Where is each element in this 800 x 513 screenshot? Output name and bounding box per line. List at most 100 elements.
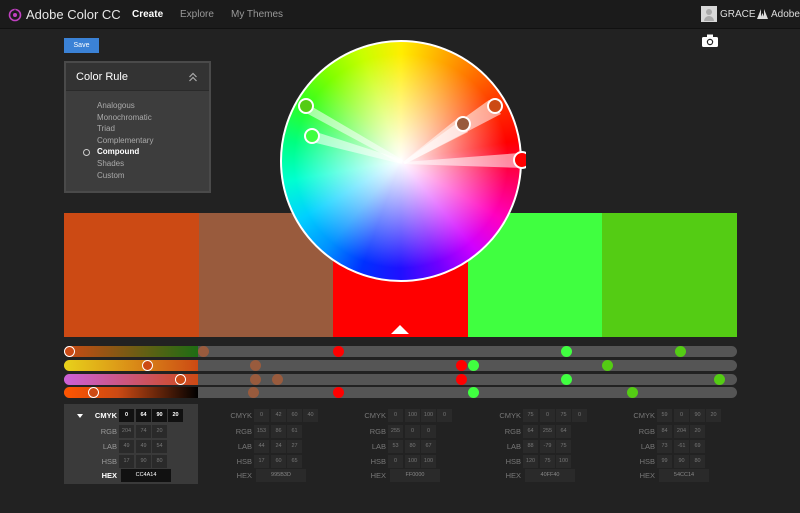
rgb-g[interactable]: 0 — [405, 425, 420, 438]
nav-explore[interactable]: Explore — [180, 9, 214, 20]
lab-b[interactable]: 75 — [556, 440, 571, 453]
lab-l[interactable]: 44 — [254, 440, 269, 453]
rgb-b[interactable]: 20 — [152, 425, 167, 438]
slider-knob[interactable] — [88, 387, 99, 398]
lab-l[interactable]: 49 — [119, 440, 134, 453]
swatch-5[interactable] — [602, 213, 737, 337]
cmyk-y[interactable]: 60 — [287, 409, 302, 422]
rule-analogous[interactable]: Analogous — [66, 100, 209, 112]
cmyk-m[interactable]: 0 — [674, 409, 689, 422]
rgb-b[interactable]: 20 — [690, 425, 705, 438]
avatar[interactable] — [701, 6, 717, 22]
nav-my-themes[interactable]: My Themes — [231, 9, 283, 20]
hsb-s[interactable]: 60 — [271, 455, 286, 468]
adobe-color-logo-icon[interactable] — [8, 8, 22, 22]
slider-knob[interactable] — [142, 360, 153, 371]
wheel-handle-1[interactable] — [487, 98, 503, 114]
slider-knob[interactable] — [468, 360, 479, 371]
slider-knob[interactable] — [64, 346, 75, 357]
rgb-g[interactable]: 86 — [271, 425, 286, 438]
hsb-s[interactable]: 75 — [540, 455, 555, 468]
hex-value[interactable]: 54CC14 — [659, 469, 709, 482]
wheel-handle-5[interactable] — [298, 98, 314, 114]
slider-knob[interactable] — [250, 374, 261, 385]
wheel-handle-4[interactable] — [304, 128, 320, 144]
rgb-r[interactable]: 84 — [657, 425, 672, 438]
camera-icon[interactable] — [702, 34, 718, 47]
rgb-g[interactable]: 204 — [674, 425, 689, 438]
app-title[interactable]: Adobe Color CC — [26, 7, 121, 22]
hsb-h[interactable]: 99 — [657, 455, 672, 468]
rgb-g[interactable]: 74 — [136, 425, 151, 438]
lab-a[interactable]: 49 — [136, 440, 151, 453]
rule-shades[interactable]: Shades — [66, 158, 209, 170]
rule-custom[interactable]: Custom — [66, 170, 209, 182]
hsb-h[interactable]: 0 — [388, 455, 403, 468]
cmyk-c[interactable]: 59 — [657, 409, 672, 422]
cmyk-c[interactable]: 0 — [388, 409, 403, 422]
slider-knob[interactable] — [627, 387, 638, 398]
hsb-h[interactable]: 17 — [119, 455, 134, 468]
rgb-r[interactable]: 64 — [523, 425, 538, 438]
color-rule-header[interactable]: Color Rule — [66, 63, 209, 91]
swatch-1[interactable] — [64, 213, 199, 337]
slider-knob[interactable] — [198, 346, 209, 357]
rgb-b[interactable]: 61 — [287, 425, 302, 438]
rule-triad[interactable]: Triad — [66, 123, 209, 135]
lab-a[interactable]: 24 — [271, 440, 286, 453]
lab-a[interactable]: -79 — [540, 440, 555, 453]
slider-knob[interactable] — [456, 374, 467, 385]
rule-monochromatic[interactable]: Monochromatic — [66, 112, 209, 124]
cmyk-m[interactable]: 42 — [271, 409, 286, 422]
slider-knob[interactable] — [468, 387, 479, 398]
cmyk-c[interactable]: 75 — [523, 409, 538, 422]
cmyk-y[interactable]: 90 — [152, 409, 167, 422]
slider-knob[interactable] — [714, 374, 725, 385]
cmyk-m[interactable]: 0 — [540, 409, 555, 422]
adobe-logo-icon[interactable] — [757, 9, 768, 19]
cmyk-k[interactable]: 0 — [437, 409, 452, 422]
nav-create[interactable]: Create — [132, 9, 163, 20]
chevron-double-up-icon[interactable] — [188, 72, 198, 82]
slider-knob[interactable] — [675, 346, 686, 357]
radio-selected-icon[interactable] — [83, 148, 90, 156]
user-name[interactable]: GRACE — [720, 9, 756, 20]
slider-knob[interactable] — [456, 360, 467, 371]
slider-knob[interactable] — [602, 360, 613, 371]
hsb-h[interactable]: 120 — [523, 455, 538, 468]
hex-value[interactable]: FF0000 — [390, 469, 440, 482]
slider-knob[interactable] — [333, 346, 344, 357]
wheel-handle-2[interactable] — [455, 116, 471, 132]
lab-l[interactable]: 53 — [388, 440, 403, 453]
hex-value[interactable]: 995B3D — [256, 469, 306, 482]
hsb-b[interactable]: 65 — [287, 455, 302, 468]
rgb-g[interactable]: 255 — [540, 425, 555, 438]
rule-complementary[interactable]: Complementary — [66, 135, 209, 147]
lab-l[interactable]: 88 — [523, 440, 538, 453]
save-button[interactable]: Save — [64, 38, 99, 53]
lab-b[interactable]: 54 — [152, 440, 167, 453]
caret-down-icon[interactable] — [77, 414, 83, 418]
hsb-b[interactable]: 100 — [556, 455, 571, 468]
cmyk-k[interactable]: 20 — [168, 409, 183, 422]
slider-track-1[interactable] — [64, 346, 737, 357]
lab-b[interactable]: 69 — [690, 440, 705, 453]
slider-track-3[interactable] — [64, 374, 737, 385]
wheel-handle-3[interactable] — [513, 151, 526, 169]
hsb-b[interactable]: 80 — [152, 455, 167, 468]
hsb-b[interactable]: 80 — [690, 455, 705, 468]
slider-knob[interactable] — [333, 387, 344, 398]
hsb-s[interactable]: 90 — [136, 455, 151, 468]
slider-knob[interactable] — [250, 360, 261, 371]
adobe-label[interactable]: Adobe — [771, 9, 800, 20]
lab-b[interactable]: 27 — [287, 440, 302, 453]
slider-knob[interactable] — [561, 374, 572, 385]
cmyk-y[interactable]: 90 — [690, 409, 705, 422]
slider-track-2[interactable] — [64, 360, 737, 371]
rgb-r[interactable]: 204 — [119, 425, 134, 438]
hex-value[interactable]: 40FF40 — [525, 469, 575, 482]
hsb-b[interactable]: 100 — [421, 455, 436, 468]
cmyk-c[interactable]: 0 — [254, 409, 269, 422]
slider-knob[interactable] — [272, 374, 283, 385]
rgb-b[interactable]: 0 — [421, 425, 436, 438]
